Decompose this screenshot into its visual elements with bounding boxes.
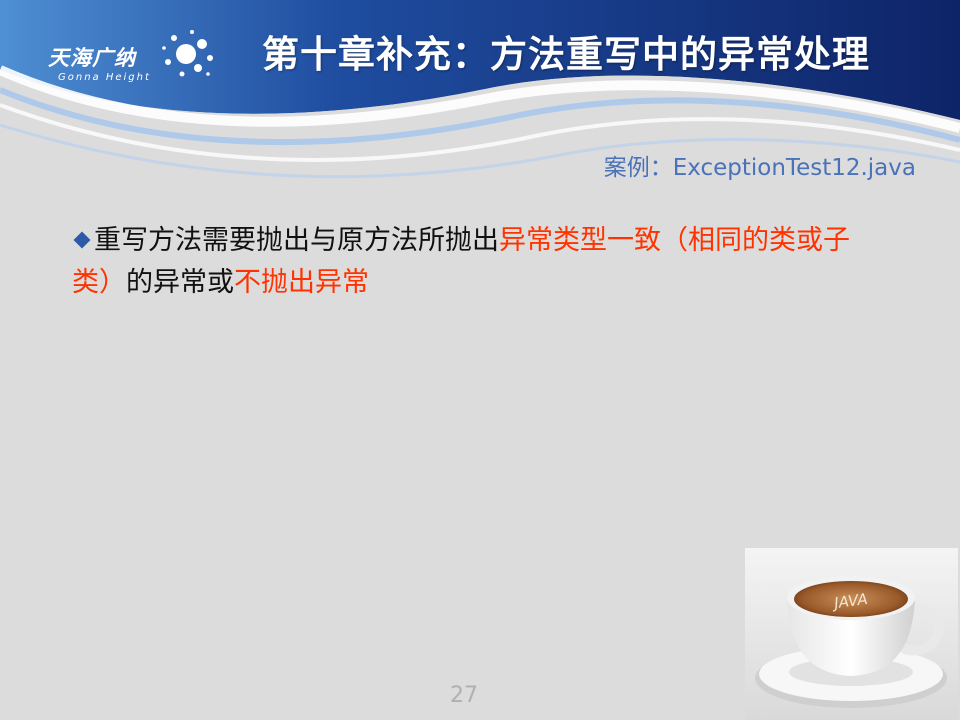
bullet-highlight-part4: 不抛出异常 — [234, 267, 369, 298]
logo-subtitle: Gonna Height — [58, 72, 151, 83]
bullet-text-part3: 的异常或 — [126, 267, 234, 298]
company-logo: 天海广纳 Gonna Height — [48, 26, 218, 90]
slide-title: 第十章补充：方法重写中的异常处理 — [262, 33, 870, 76]
bullet-point: 重写方法需要抛出与原方法所抛出异常类型一致（相同的类或子类）的异常或不抛出异常 — [72, 220, 872, 304]
logo-text: 天海广纳 — [48, 46, 136, 70]
java-coffee-image: JAVA — [745, 548, 958, 720]
case-label: 案例：ExceptionTest12.java — [603, 155, 916, 181]
diamond-bullet-icon — [73, 231, 91, 248]
logo-dots-icon — [162, 30, 213, 77]
bullet-text-part1: 重写方法需要抛出与原方法所抛出 — [94, 225, 499, 256]
page-number: 27 — [450, 683, 478, 708]
slide: 天海广纳 Gonna Height 第十章补充：方法重写中的异常处理 案例：Ex… — [0, 0, 960, 720]
